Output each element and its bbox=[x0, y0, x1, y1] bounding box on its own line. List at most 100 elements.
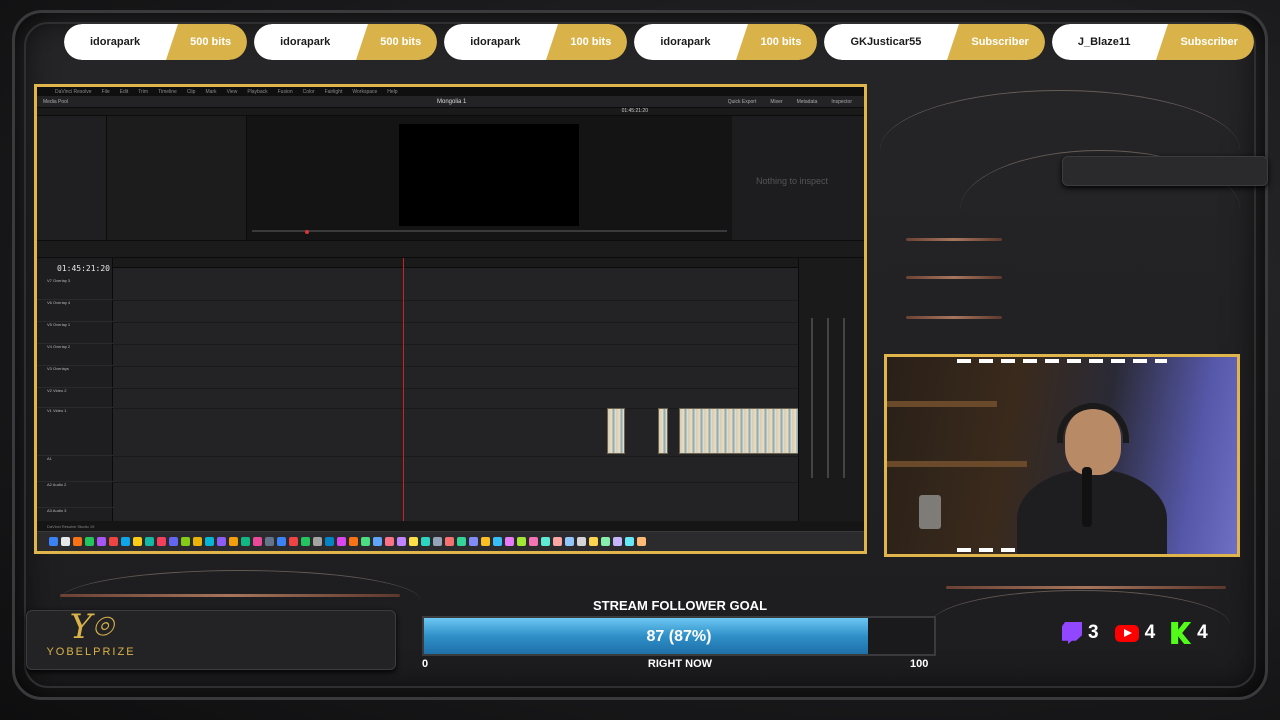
tab-metadata[interactable]: Metadata bbox=[797, 99, 818, 105]
webcam-feed bbox=[884, 354, 1240, 557]
dock-app-icon[interactable] bbox=[181, 537, 190, 546]
dock-app-icon[interactable] bbox=[613, 537, 622, 546]
dock-app-icon[interactable] bbox=[301, 537, 310, 546]
scrub-bar[interactable] bbox=[252, 230, 727, 232]
dock-app-icon[interactable] bbox=[565, 537, 574, 546]
dock-app-icon[interactable] bbox=[157, 537, 166, 546]
dock-app-icon[interactable] bbox=[337, 537, 346, 546]
goal-max: 100 bbox=[910, 658, 929, 670]
dock-app-icon[interactable] bbox=[97, 537, 106, 546]
playhead[interactable] bbox=[403, 258, 404, 528]
menu-item[interactable]: Mark bbox=[205, 89, 216, 95]
dock-app-icon[interactable] bbox=[601, 537, 610, 546]
dock-app-icon[interactable] bbox=[457, 537, 466, 546]
scrub-marker[interactable] bbox=[305, 230, 309, 234]
mixer-fader[interactable] bbox=[843, 318, 845, 478]
tab-quick-export[interactable]: Quick Export bbox=[728, 99, 757, 105]
track-header[interactable]: V4 Overlay 2 bbox=[37, 344, 113, 366]
dock-app-icon[interactable] bbox=[73, 537, 82, 546]
dock-app-icon[interactable] bbox=[277, 537, 286, 546]
dock-app-icon[interactable] bbox=[421, 537, 430, 546]
timeline-clip[interactable] bbox=[658, 408, 668, 454]
dock-app-icon[interactable] bbox=[253, 537, 262, 546]
dock-app-icon[interactable] bbox=[49, 537, 58, 546]
dock-app-icon[interactable] bbox=[589, 537, 598, 546]
dock-app-icon[interactable] bbox=[481, 537, 490, 546]
video-viewer[interactable] bbox=[399, 124, 579, 226]
dock-app-icon[interactable] bbox=[577, 537, 586, 546]
dock-app-icon[interactable] bbox=[313, 537, 322, 546]
dock-app-icon[interactable] bbox=[409, 537, 418, 546]
track-header[interactable]: V5 Overlay 1 bbox=[37, 322, 113, 344]
media-pool-list[interactable] bbox=[107, 116, 247, 240]
dock-app-icon[interactable] bbox=[217, 537, 226, 546]
track-header[interactable]: V2 Video 2 bbox=[37, 388, 113, 408]
menu-item[interactable]: Trim bbox=[138, 89, 148, 95]
tab-mixer[interactable]: Mixer bbox=[770, 99, 782, 105]
menu-item[interactable]: Fusion bbox=[278, 89, 293, 95]
audio-mixer[interactable] bbox=[798, 258, 864, 528]
menu-item[interactable]: Color bbox=[303, 89, 315, 95]
goal-value: 87 (87%) bbox=[646, 628, 712, 645]
dock-app-icon[interactable] bbox=[205, 537, 214, 546]
dock-app-icon[interactable] bbox=[553, 537, 562, 546]
track-header[interactable]: V6 Overlay 4 bbox=[37, 300, 113, 322]
dock-app-icon[interactable] bbox=[349, 537, 358, 546]
dock-app-icon[interactable] bbox=[505, 537, 514, 546]
dock-app-icon[interactable] bbox=[265, 537, 274, 546]
timeline-clip[interactable] bbox=[679, 408, 799, 454]
track-header[interactable]: V7 Overlay 3 bbox=[37, 278, 113, 300]
menu-item[interactable]: Timeline bbox=[158, 89, 177, 95]
track-header[interactable]: V1 Video 1 bbox=[37, 408, 113, 456]
track-header[interactable]: V3 Overlays bbox=[37, 366, 113, 388]
dock-app-icon[interactable] bbox=[625, 537, 634, 546]
mixer-fader[interactable] bbox=[827, 318, 829, 478]
dock-app-icon[interactable] bbox=[385, 537, 394, 546]
dock-app-icon[interactable] bbox=[517, 537, 526, 546]
timeline-clip[interactable] bbox=[607, 408, 625, 454]
dock-app-icon[interactable] bbox=[433, 537, 442, 546]
menu-item[interactable]: Edit bbox=[120, 89, 129, 95]
dock-app-icon[interactable] bbox=[61, 537, 70, 546]
dock-app-icon[interactable] bbox=[289, 537, 298, 546]
menu-item[interactable]: File bbox=[102, 89, 110, 95]
track-id: V6 bbox=[47, 300, 52, 305]
dock-app-icon[interactable] bbox=[529, 537, 538, 546]
dock-app-icon[interactable] bbox=[169, 537, 178, 546]
dock-app-icon[interactable] bbox=[193, 537, 202, 546]
dock-app-icon[interactable] bbox=[109, 537, 118, 546]
timeline-toolbar[interactable] bbox=[37, 240, 864, 258]
tab-inspector[interactable]: Inspector bbox=[831, 99, 852, 105]
timeline-ruler[interactable] bbox=[113, 258, 798, 268]
dock-app-icon[interactable] bbox=[145, 537, 154, 546]
dock-app-icon[interactable] bbox=[325, 537, 334, 546]
track-area[interactable] bbox=[113, 258, 799, 528]
menu-item[interactable]: Clip bbox=[187, 89, 196, 95]
editor-window[interactable]: DaVinci Resolve File Edit Trim Timeline … bbox=[34, 84, 867, 554]
mixer-fader[interactable] bbox=[811, 318, 813, 478]
dock-app-icon[interactable] bbox=[121, 537, 130, 546]
dock-app-icon[interactable] bbox=[397, 537, 406, 546]
dock-app-icon[interactable] bbox=[541, 537, 550, 546]
dock-app-icon[interactable] bbox=[85, 537, 94, 546]
dock-app-icon[interactable] bbox=[133, 537, 142, 546]
track-header[interactable]: A1 bbox=[37, 456, 113, 482]
menu-item[interactable]: View bbox=[227, 89, 238, 95]
dock-app-icon[interactable] bbox=[493, 537, 502, 546]
menu-item[interactable]: DaVinci Resolve bbox=[55, 89, 92, 95]
menu-item[interactable]: Fairlight bbox=[325, 89, 343, 95]
dock-app-icon[interactable] bbox=[469, 537, 478, 546]
menu-item[interactable]: Help bbox=[387, 89, 397, 95]
shelf bbox=[887, 461, 1027, 467]
tab-media-pool[interactable]: Media Pool bbox=[43, 99, 68, 105]
bin-list[interactable] bbox=[37, 116, 107, 240]
dock-app-icon[interactable] bbox=[637, 537, 646, 546]
dock-app-icon[interactable] bbox=[241, 537, 250, 546]
dock-app-icon[interactable] bbox=[361, 537, 370, 546]
menu-item[interactable]: Playback bbox=[247, 89, 267, 95]
dock-app-icon[interactable] bbox=[373, 537, 382, 546]
dock-app-icon[interactable] bbox=[229, 537, 238, 546]
dock-app-icon[interactable] bbox=[445, 537, 454, 546]
track-header[interactable]: A2 Audio 2 bbox=[37, 482, 113, 508]
menu-item[interactable]: Workspace bbox=[352, 89, 377, 95]
